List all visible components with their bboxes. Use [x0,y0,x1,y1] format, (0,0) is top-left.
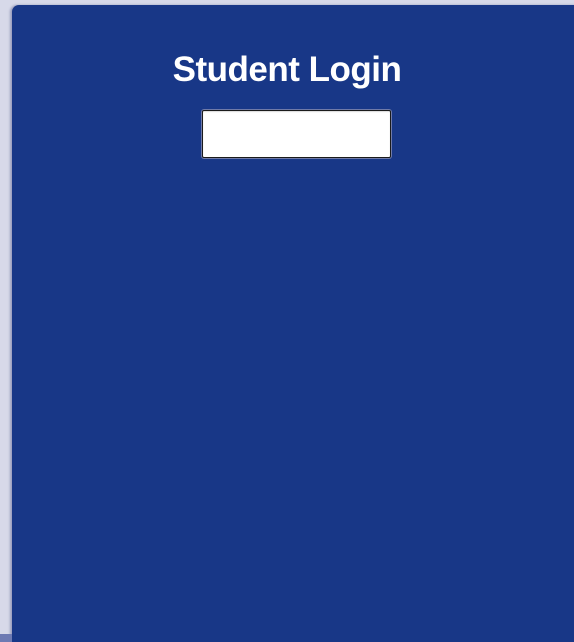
login-title: Student Login [172,50,402,89]
window-edge [0,634,12,642]
student-id-input[interactable] [202,110,391,158]
login-panel [12,5,574,642]
page: Student Login [0,0,574,642]
